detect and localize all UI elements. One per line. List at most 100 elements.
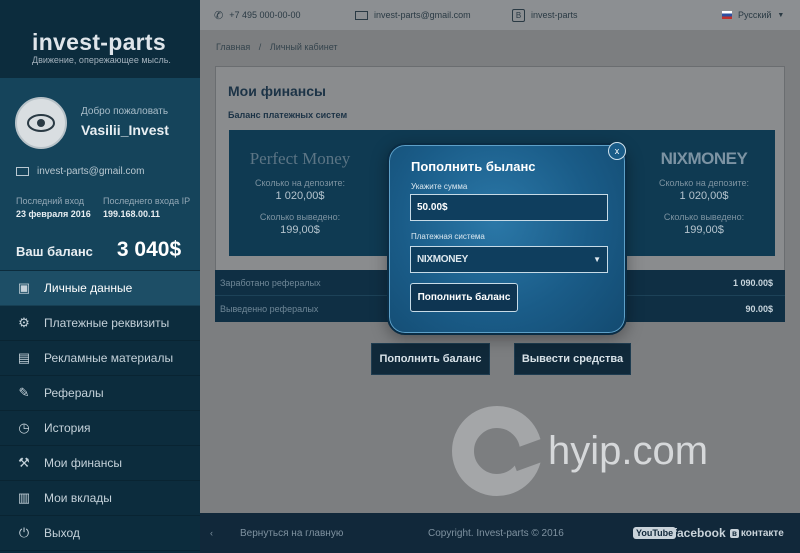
- page-subtitle: Баланс платежных систем: [228, 110, 348, 120]
- topbar-email-text: invest-parts@gmail.com: [374, 10, 471, 20]
- last-ip-label: Последнего входа IP: [103, 196, 191, 206]
- sidebar-item-label: Личные данные: [44, 281, 133, 295]
- perfect-money-logo: Perfect Money: [249, 149, 351, 168]
- balance-label: Ваш баланс: [16, 244, 93, 259]
- withdrawn-label: Сколько выведено:: [259, 212, 341, 222]
- topbar-vk-text: invest-parts: [531, 10, 578, 20]
- topbar-phone[interactable]: ✆ +7 495 000-00-00: [214, 9, 301, 22]
- amount-input[interactable]: 50.00$: [410, 194, 608, 221]
- logo[interactable]: invest-parts Движение, опережающее мысль…: [0, 0, 200, 78]
- referral-withdrawn-label: Выведенно рефералых: [220, 304, 319, 314]
- payment-system-label: Платежная система: [411, 232, 485, 241]
- welcome-text: Добро пожаловать: [81, 106, 169, 117]
- topbar-email[interactable]: invest-parts@gmail.com: [355, 10, 471, 20]
- breadcrumb-current: Личный кабинет: [269, 42, 338, 52]
- logo-title: invest-parts: [32, 29, 166, 55]
- gear-icon: ⚙: [18, 315, 30, 330]
- referral-earned-label: Заработано рефералых: [220, 277, 321, 288]
- footer: ‹ Вернуться на главную Copyright. Invest…: [200, 513, 800, 553]
- page-title: Мои финансы: [228, 83, 327, 99]
- language-selector[interactable]: Русский ▼: [722, 10, 784, 20]
- balance: Ваш баланс 3 040$: [16, 238, 181, 262]
- sidebar-item-label: История: [44, 421, 91, 435]
- vk-badge-icon: в: [730, 528, 739, 538]
- phone-icon: ✆: [214, 9, 224, 22]
- profile-email: invest-parts@gmail.com: [16, 166, 144, 177]
- vk-footer-text: контакте: [740, 527, 784, 539]
- deposit-icon: ▥: [17, 490, 31, 505]
- withdrawn-value: 199,00$: [280, 224, 320, 236]
- power-icon: ⏻: [18, 525, 30, 540]
- topbar: ✆ +7 495 000-00-00 invest-parts@gmail.co…: [200, 0, 800, 30]
- sidebar-item-payment-details[interactable]: ⚙ Платежные реквизиты: [0, 306, 200, 341]
- vk-footer-icon[interactable]: в контакте: [730, 528, 784, 539]
- sidebar-item-label: Выход: [44, 526, 80, 540]
- submit-deposit-button[interactable]: Пополнить баланс: [410, 283, 518, 312]
- chevron-down-icon: ▼: [777, 11, 785, 19]
- referral-earned-value: 1 090.00$: [732, 277, 773, 288]
- last-login-label: Последний вход: [16, 196, 85, 206]
- sidebar-item-personal-data[interactable]: ▣ Личные данные: [0, 271, 200, 306]
- sidebar-item-promo-materials[interactable]: ▤ Рекламные материалы: [0, 341, 200, 376]
- sidebar-item-label: Рекламные материалы: [44, 351, 174, 365]
- chevron-down-icon: ▼: [593, 255, 601, 264]
- logo-subtitle: Движение, опережающее мысль.: [32, 55, 171, 65]
- back-chevron-icon[interactable]: ‹: [210, 528, 213, 538]
- sidebar: invest-parts Движение, опережающее мысль…: [0, 0, 200, 553]
- deposited-value: 1 020,00$: [275, 190, 325, 202]
- deposited-label: Сколько на депозите:: [254, 178, 346, 188]
- sidebar-item-label: Рефералы: [44, 386, 104, 400]
- document-icon: ▤: [17, 350, 31, 365]
- language-label: Русский: [738, 10, 772, 20]
- brush-icon: ✎: [18, 385, 30, 400]
- breadcrumb: Главная / Личный кабинет: [216, 42, 338, 52]
- payment-system-select[interactable]: NIXMONEY ▼: [410, 246, 608, 273]
- sidebar-item-my-finances[interactable]: ⚒ Мои финансы: [0, 446, 200, 481]
- payment-system-perfect-money: Perfect Money Сколько на депозите: 1 020…: [235, 130, 365, 236]
- breadcrumb-home[interactable]: Главная: [216, 42, 250, 52]
- sidebar-item-my-deposits[interactable]: ▥ Мои вклады: [0, 481, 200, 516]
- copyright: Copyright. Invest-parts © 2016: [428, 527, 564, 539]
- username: Vasilii_Invest: [81, 122, 169, 138]
- withdrawn-value: 199,00$: [684, 224, 724, 236]
- id-card-icon: ▣: [17, 280, 31, 295]
- withdrawn-label: Сколько выведено:: [663, 212, 745, 222]
- clock-icon: ◷: [18, 420, 30, 435]
- nixmoney-logo: NIXMONEY: [417, 254, 468, 265]
- topbar-phone-text: +7 495 000-00-00: [229, 10, 301, 20]
- russian-flag-icon: [722, 11, 732, 19]
- deposited-value: 1 020,00$: [679, 190, 729, 202]
- back-home-link[interactable]: Вернуться на главную: [240, 528, 343, 539]
- last-login: Последний вход 23 февраля 2016: [16, 196, 91, 219]
- mail-icon: [355, 10, 368, 20]
- deposit-button[interactable]: Пополнить баланс: [371, 343, 490, 375]
- close-icon[interactable]: x: [608, 142, 626, 160]
- wrench-icon: ⚒: [18, 455, 30, 470]
- eye-icon: [27, 114, 55, 132]
- withdraw-button[interactable]: Вывести средства: [514, 343, 631, 375]
- facebook-icon[interactable]: facebook: [673, 526, 726, 540]
- referral-withdrawn-value: 90.00$: [745, 304, 773, 314]
- youtube-icon[interactable]: YouTube: [633, 527, 677, 539]
- hyip-logo-icon: [452, 406, 542, 496]
- last-login-date: 23 февраля 2016: [16, 209, 91, 219]
- sidebar-item-referrals[interactable]: ✎ Рефералы: [0, 376, 200, 411]
- modal-title: Пополнить быланс: [411, 159, 536, 174]
- profile-email-text: invest-parts@gmail.com: [37, 166, 145, 177]
- amount-label: Укажите сумма: [411, 182, 468, 191]
- sidebar-item-label: Мои вклады: [44, 491, 112, 505]
- balance-value: 3 040$: [116, 238, 182, 261]
- last-ip-value: 199.168.00.11: [103, 209, 161, 219]
- nixmoney-logo: NIXMONEY: [660, 149, 748, 168]
- vk-icon: B: [512, 8, 525, 22]
- sidebar-item-logout[interactable]: ⏻ Выход: [0, 516, 200, 551]
- deposited-label: Сколько на депозите:: [658, 178, 750, 188]
- mail-icon: [16, 167, 29, 176]
- sidebar-item-history[interactable]: ◷ История: [0, 411, 200, 446]
- avatar: [15, 97, 67, 149]
- breadcrumb-separator: /: [258, 42, 262, 52]
- watermark-text: hyip.com: [548, 428, 709, 473]
- topbar-vk[interactable]: B invest-parts: [512, 8, 578, 22]
- last-ip: Последнего входа IP 199.168.00.11: [103, 196, 190, 219]
- sidebar-item-label: Платежные реквизиты: [44, 316, 170, 330]
